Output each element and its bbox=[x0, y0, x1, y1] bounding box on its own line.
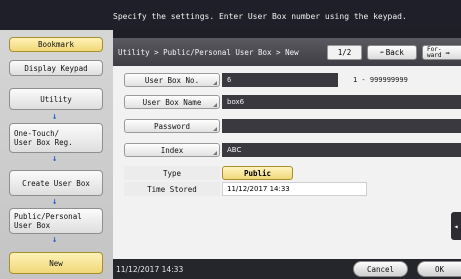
type-public-button[interactable]: Public bbox=[222, 166, 293, 180]
back-button[interactable]: ⇚ Back bbox=[367, 45, 417, 60]
page-indicator: 1/2 bbox=[327, 45, 362, 60]
user-box-name-field[interactable]: box6 bbox=[222, 95, 461, 109]
user-box-no-range: 1 - 999999999 bbox=[353, 76, 408, 84]
left-sidebar: Bookmark Display Keypad Utility ↓ One-To… bbox=[0, 30, 113, 279]
user-box-name-button[interactable]: User Box Name bbox=[124, 95, 220, 109]
nav-new[interactable]: New bbox=[9, 252, 103, 274]
corner-mark-icon bbox=[213, 151, 217, 155]
forward-label: For- ward bbox=[427, 45, 442, 59]
user-box-no-button[interactable]: User Box No. bbox=[124, 73, 220, 87]
corner-mark-icon bbox=[213, 103, 217, 107]
forward-arrow-icon: ⇛ bbox=[445, 48, 450, 57]
index-button[interactable]: Index bbox=[124, 143, 220, 157]
down-arrow-icon: ↓ bbox=[52, 235, 58, 245]
index-field[interactable]: ABC bbox=[222, 143, 461, 157]
down-arrow-icon: ↓ bbox=[52, 197, 58, 207]
nav-utility[interactable]: Utility bbox=[9, 88, 103, 110]
nav-create-user-box[interactable]: Create User Box bbox=[9, 170, 103, 196]
display-keypad-button[interactable]: Display Keypad bbox=[9, 60, 103, 76]
forward-button[interactable]: For- ward ⇛ bbox=[422, 45, 461, 60]
bottom-bar: 11/12/2017 14:33 Cancel OK bbox=[113, 259, 461, 279]
clock: 11/12/2017 14:33 bbox=[116, 265, 184, 274]
type-label: Type bbox=[124, 166, 220, 180]
password-field[interactable] bbox=[222, 119, 461, 133]
nav-public-personal-user-box[interactable]: Public/Personal User Box bbox=[9, 208, 103, 234]
corner-mark-icon bbox=[213, 81, 217, 85]
back-arrow-icon: ⇚ bbox=[380, 49, 384, 56]
time-stored-label: Time Stored bbox=[124, 182, 220, 196]
back-button-label: Back bbox=[385, 48, 404, 57]
cancel-button[interactable]: Cancel bbox=[353, 261, 408, 277]
down-arrow-icon: ↓ bbox=[52, 154, 58, 164]
corner-mark-icon bbox=[213, 127, 217, 131]
nav-one-touch-user-box-reg[interactable]: One-Touch/ User Box Reg. bbox=[9, 123, 103, 153]
time-stored-value: 11/12/2017 14:33 bbox=[222, 182, 367, 196]
down-arrow-icon: ↓ bbox=[52, 112, 58, 122]
user-box-no-field[interactable]: 6 bbox=[222, 73, 338, 87]
breadcrumb-bar: Utility > Public/Personal User Box > New… bbox=[113, 38, 461, 66]
side-panel-tab[interactable]: ◂ bbox=[451, 212, 461, 240]
main-panel: Utility > Public/Personal User Box > New… bbox=[113, 38, 461, 259]
breadcrumb: Utility > Public/Personal User Box > New bbox=[118, 48, 299, 57]
left-arrow-icon: ◂ bbox=[453, 221, 459, 231]
password-button[interactable]: Password bbox=[124, 119, 220, 133]
instruction-bar: Specify the settings. Enter User Box num… bbox=[0, 0, 461, 30]
ok-button[interactable]: OK bbox=[417, 261, 461, 277]
instruction-text: Specify the settings. Enter User Box num… bbox=[113, 12, 407, 21]
bookmark-button[interactable]: Bookmark bbox=[9, 37, 103, 52]
